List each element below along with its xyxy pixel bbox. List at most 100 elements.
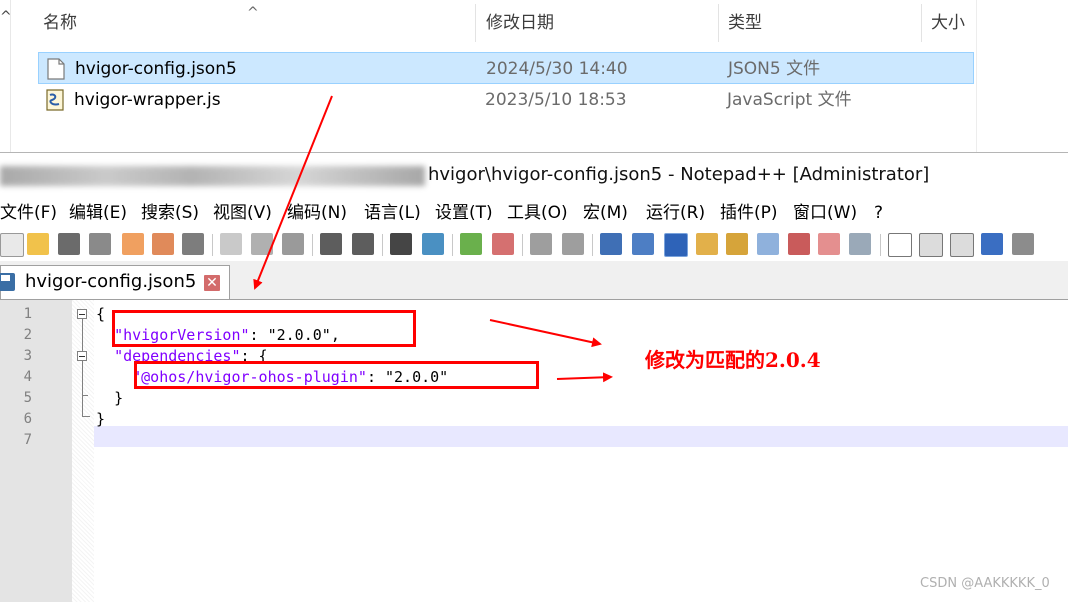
menu-file[interactable]: 文件(F) [0, 199, 57, 227]
watermark: CSDN @AAKKKKK_0 [920, 576, 1050, 591]
sort-ascending-icon: ^ [247, 5, 259, 21]
save-icon[interactable] [58, 233, 80, 255]
current-line-highlight [94, 426, 1068, 447]
indent-guide-icon[interactable] [664, 233, 688, 257]
tab-bar: hvigor-config.json5 ✕ [0, 261, 1068, 300]
new-file-icon[interactable] [0, 233, 24, 257]
scroll-up-icon[interactable]: ^ [0, 0, 14, 44]
toolbar-separator [880, 234, 881, 256]
show-all-chars-icon[interactable] [632, 233, 654, 255]
menu-tools[interactable]: 工具(O) [507, 199, 568, 227]
project-panel-icon[interactable] [818, 233, 840, 255]
close-icon[interactable] [122, 233, 144, 255]
function-list-icon[interactable] [757, 233, 779, 255]
stop-macro-icon[interactable] [919, 233, 943, 257]
column-header-type[interactable]: 类型 [728, 0, 762, 44]
menu-view[interactable]: 视图(V) [213, 199, 272, 227]
code-line-5: } [96, 388, 123, 409]
fold-toggle-icon[interactable] [77, 351, 87, 361]
zoom-in-icon[interactable] [460, 233, 482, 255]
line-number: 1 [23, 306, 32, 322]
cut-icon[interactable] [220, 233, 242, 255]
nav-pane-divider [10, 0, 11, 152]
user-language-icon[interactable] [696, 233, 718, 255]
highlight-box-plugin [134, 361, 539, 389]
zoom-out-icon[interactable] [492, 233, 514, 255]
file-modified: 2023/5/10 18:53 [485, 90, 627, 110]
column-divider[interactable] [718, 4, 719, 42]
column-header-modified[interactable]: 修改日期 [486, 0, 554, 44]
blurred-path [0, 166, 425, 186]
fold-end [82, 416, 90, 417]
fold-end [82, 395, 88, 396]
column-header-size[interactable]: 大小 [931, 0, 965, 44]
toolbar [0, 229, 1068, 261]
fold-line [82, 319, 83, 351]
menu-search[interactable]: 搜索(S) [141, 199, 199, 227]
menu-help[interactable]: ? [874, 199, 883, 227]
line-number: 5 [23, 390, 32, 406]
sync-vertical-icon[interactable] [530, 233, 552, 255]
undo-icon[interactable] [320, 233, 342, 255]
paste-icon[interactable] [282, 233, 304, 255]
toolbar-separator [212, 234, 213, 256]
column-header-name[interactable]: 名称 [43, 0, 77, 44]
title-bar[interactable]: hvigor\hvigor-config.json5 - Notepad++ [… [0, 153, 1068, 197]
column-divider[interactable] [921, 4, 922, 42]
file-row[interactable]: hvigor-config.json5 2024/5/30 14:40 JSON… [38, 52, 974, 84]
code-line-1: { [96, 305, 106, 323]
file-type: JavaScript 文件 [727, 90, 852, 110]
fold-margin[interactable] [72, 300, 94, 602]
close-all-icon[interactable] [152, 233, 174, 255]
toolbar-separator [592, 234, 593, 256]
menu-settings[interactable]: 设置(T) [435, 199, 493, 227]
word-wrap-icon[interactable] [600, 233, 622, 255]
menu-plugins[interactable]: 插件(P) [720, 199, 778, 227]
menu-edit[interactable]: 编辑(E) [69, 199, 127, 227]
fold-toggle-icon[interactable] [77, 309, 87, 319]
copy-icon[interactable] [251, 233, 273, 255]
find-icon[interactable] [390, 233, 412, 255]
menu-bar: 文件(F) 编辑(E) 搜索(S) 视图(V) 编码(N) 语言(L) 设置(T… [0, 199, 1068, 227]
line-number: 4 [23, 369, 32, 385]
toolbar-separator [522, 234, 523, 256]
file-type: JSON5 文件 [728, 59, 821, 79]
line-number: 2 [23, 327, 32, 343]
annotation-text: 修改为匹配的2.0.4 [645, 348, 821, 372]
open-folder-icon[interactable] [27, 233, 49, 255]
close-icon[interactable]: ✕ [204, 275, 220, 291]
file-name[interactable]: hvigor-config.json5 [75, 53, 237, 85]
play-macro-icon[interactable] [950, 233, 974, 257]
doc-map-icon[interactable] [726, 233, 748, 255]
toolbar-separator [452, 234, 453, 256]
window-title: hvigor\hvigor-config.json5 - Notepad++ [… [428, 164, 930, 185]
line-number-gutter: 1 2 3 4 5 6 7 [0, 300, 72, 602]
tab-hvigor-config[interactable]: hvigor-config.json5 ✕ [0, 265, 230, 299]
monitoring-icon[interactable] [849, 233, 871, 255]
save-macro-icon[interactable] [1012, 233, 1034, 255]
line-number: 6 [23, 411, 32, 427]
file-name[interactable]: hvigor-wrapper.js [74, 84, 221, 116]
menu-window[interactable]: 窗口(W) [793, 199, 857, 227]
record-macro-icon[interactable] [888, 233, 912, 257]
menu-run[interactable]: 运行(R) [646, 199, 705, 227]
run-macro-multiple-icon[interactable] [981, 233, 1003, 255]
document-icon [47, 58, 65, 80]
folder-as-workspace-icon[interactable] [788, 233, 810, 255]
code-line-6: } [96, 410, 106, 428]
file-explorer: ^ 名称 ^ 修改日期 类型 大小 hvigor-config.json5 20… [0, 0, 1068, 152]
js-script-icon [46, 89, 64, 111]
menu-encoding[interactable]: 编码(N) [287, 199, 347, 227]
tab-label: hvigor-config.json5 [25, 271, 197, 292]
column-divider[interactable] [475, 4, 476, 42]
menu-language[interactable]: 语言(L) [364, 199, 421, 227]
file-row[interactable]: hvigor-wrapper.js 2023/5/10 18:53 JavaSc… [38, 84, 974, 116]
fold-line [82, 361, 83, 417]
line-number: 3 [23, 348, 32, 364]
save-all-icon[interactable] [89, 233, 111, 255]
replace-icon[interactable] [422, 233, 444, 255]
menu-macro[interactable]: 宏(M) [583, 199, 628, 227]
print-icon[interactable] [182, 233, 204, 255]
sync-horizontal-icon[interactable] [562, 233, 584, 255]
redo-icon[interactable] [352, 233, 374, 255]
